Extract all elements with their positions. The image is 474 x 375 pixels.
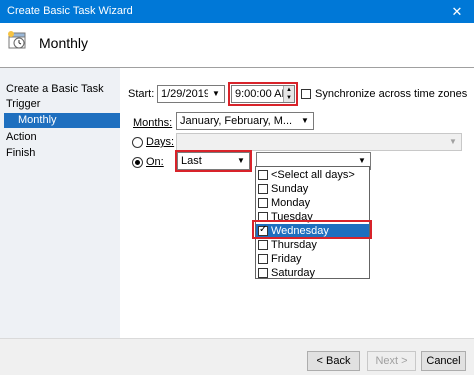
wizard-steps-sidebar: Create a Basic Task Trigger Monthly Acti… <box>0 68 120 338</box>
wizard-footer: < Back Next > Cancel <box>0 339 474 375</box>
time-highlight-box <box>228 82 298 106</box>
days-dropdown[interactable]: ▼ <box>176 133 462 151</box>
occurrence-highlight-box <box>175 150 252 172</box>
sync-time-zones-checkbox[interactable] <box>301 89 311 99</box>
thursday-checkbox[interactable] <box>258 240 268 250</box>
page-title: Monthly <box>39 35 89 51</box>
months-dropdown[interactable]: January, February, M... ▼ <box>176 112 314 130</box>
on-label: On: <box>146 156 164 168</box>
nav-item-create-task: Create a Basic Task <box>6 83 104 95</box>
close-icon[interactable]: ✕ <box>440 0 474 23</box>
window-title: Create Basic Task Wizard <box>7 5 133 17</box>
cancel-button[interactable]: Cancel <box>421 351 466 371</box>
wednesday-highlight-box <box>252 220 372 239</box>
list-item-label: <Select all days> <box>271 169 355 181</box>
list-item-monday[interactable]: Monday <box>256 196 369 210</box>
months-value: January, February, M... <box>180 115 293 127</box>
wizard-header: Monthly <box>0 23 474 64</box>
task-wizard-window: Create Basic Task Wizard ✕ Monthly Creat… <box>0 0 474 375</box>
months-label: Months: <box>133 117 173 129</box>
list-item-label: Friday <box>271 253 302 265</box>
list-item-thursday[interactable]: Thursday <box>256 238 369 252</box>
title-bar: Create Basic Task Wizard ✕ <box>0 0 474 23</box>
friday-checkbox[interactable] <box>258 254 268 264</box>
nav-item-monthly: Monthly <box>4 113 120 128</box>
nav-item-action: Action <box>6 131 37 143</box>
start-date-picker[interactable]: 1/29/2019 ▼ <box>157 85 225 103</box>
nav-item-finish: Finish <box>6 147 36 159</box>
back-button[interactable]: < Back <box>307 351 360 371</box>
sync-time-zones-label: Synchronize across time zones <box>315 88 468 100</box>
list-item-saturday[interactable]: Saturday <box>256 266 369 280</box>
nav-item-trigger: Trigger <box>6 98 41 110</box>
list-item-label: Thursday <box>271 239 317 251</box>
months-chevron-down-icon[interactable]: ▼ <box>297 113 313 129</box>
list-item-friday[interactable]: Friday <box>256 252 369 266</box>
sunday-checkbox[interactable] <box>258 184 268 194</box>
select-all-checkbox[interactable] <box>258 170 268 180</box>
list-item-label: Saturday <box>271 267 316 279</box>
list-item-label: Sunday <box>271 183 309 195</box>
days-chevron-down-icon[interactable]: ▼ <box>445 134 461 150</box>
list-item-label: Monday <box>271 197 311 209</box>
days-radio[interactable] <box>132 137 143 148</box>
calendar-dropdown-icon[interactable]: ▼ <box>208 86 224 102</box>
saturday-checkbox[interactable] <box>258 268 268 278</box>
task-wizard-icon <box>8 31 26 49</box>
days-label: Days: <box>146 136 175 148</box>
list-item-sunday[interactable]: Sunday <box>256 182 369 196</box>
next-button[interactable]: Next > <box>367 351 416 371</box>
on-radio[interactable] <box>132 157 143 168</box>
start-date-value: 1/29/2019 <box>161 88 210 100</box>
start-label: Start: <box>128 88 155 100</box>
list-item-select-all[interactable]: <Select all days> <box>256 168 369 182</box>
monday-checkbox[interactable] <box>258 198 268 208</box>
